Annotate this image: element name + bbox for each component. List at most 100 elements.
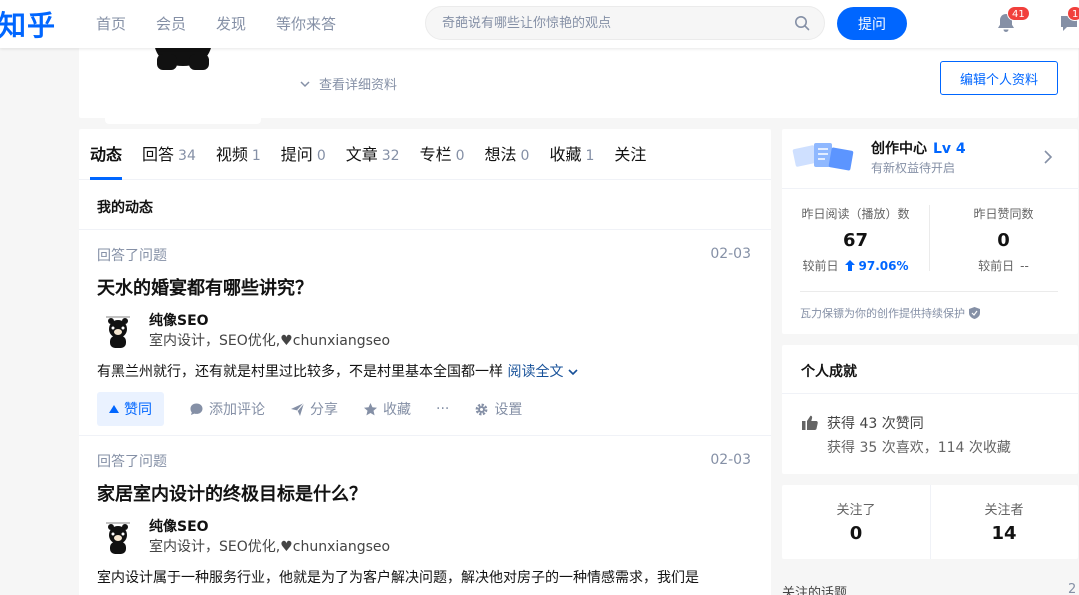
divider — [800, 291, 1058, 292]
item-actions: 赞同 添加评论 分享 收藏 ··· 设置 — [97, 392, 753, 426]
following-label: 关注了 — [836, 503, 876, 518]
followers-count: 14 — [991, 523, 1017, 544]
yesterday-upvotes-stat[interactable]: 昨日赞同数 0 较前日 -- — [930, 205, 1077, 274]
nav-waiting-answers[interactable]: 等你来答 — [276, 0, 336, 48]
section-title: 我的动态 — [97, 200, 153, 216]
search-icon[interactable] — [794, 15, 810, 31]
upvotes-achievement: 获得 43 次赞同 — [802, 413, 924, 433]
protection-note[interactable]: 瓦力保镖为你的创作提供持续保护 — [800, 305, 980, 321]
creator-level: Lv 4 — [933, 141, 966, 157]
chevron-down-icon — [300, 80, 310, 87]
tab-questions[interactable]: 提问 0 — [281, 129, 326, 179]
nav-vip[interactable]: 会员 — [156, 0, 186, 48]
stat-value: 0 — [997, 230, 1010, 251]
thumbs-up-icon — [802, 415, 818, 430]
item-excerpt[interactable]: 室内设计属于一种服务行业，他就是为了为客户解决问题，解决他对房子的一种情感需求，… — [97, 566, 753, 590]
achievements-title: 个人成就 — [801, 364, 857, 380]
message-badge: 1 — [1067, 6, 1079, 21]
creator-center-header[interactable]: 创作中心 Lv 4 有新权益待开启 — [782, 129, 1078, 189]
star-icon — [364, 402, 377, 415]
likes-collections-achievement: 获得 35 次喜欢，114 次收藏 — [827, 440, 1011, 456]
tab-collections[interactable]: 收藏 1 — [549, 129, 594, 179]
item-date: 02-03 — [710, 246, 751, 262]
profile-card: 查看详细资料 编辑个人资料 — [79, 38, 1078, 124]
achievements-card: 个人成就 获得 43 次赞同 获得 35 次喜欢，114 次收藏 — [782, 345, 1078, 474]
profile-main: 动态 回答 34 视频 1 提问 0 文章 32 专栏 0 想法 0 收藏 1 关注 我的动态… — [79, 129, 771, 595]
stat-compare: 较前日 97.06% — [802, 258, 909, 274]
shield-icon — [969, 307, 980, 319]
author-info: 纯像SEO 室内设计，SEO优化,♥chunxiangseo — [97, 516, 753, 556]
settings-button[interactable]: 设置 — [474, 399, 522, 419]
creator-center-subtitle: 有新权益待开启 — [871, 161, 956, 175]
item-title[interactable]: 天水的婚宴都有哪些讲究？ — [97, 276, 753, 302]
author-headline: 室内设计，SEO优化,♥chunxiangseo — [149, 333, 391, 349]
tab-answers[interactable]: 回答 34 — [142, 129, 196, 179]
edit-profile-button[interactable]: 编辑个人资料 — [940, 61, 1058, 95]
main-nav: 首页 会员 发现 等你来答 — [96, 0, 366, 48]
bear-avatar-icon — [153, 38, 213, 70]
share-button[interactable]: 分享 — [290, 399, 338, 419]
arrow-up-icon — [844, 260, 855, 271]
tab-videos[interactable]: 视频 1 — [216, 129, 261, 179]
view-details-label: 查看详细资料 — [319, 78, 398, 93]
upvote-button[interactable]: 赞同 — [97, 392, 164, 426]
stat-label: 昨日阅读（播放）数 — [801, 207, 910, 221]
followers-label: 关注者 — [984, 503, 1024, 518]
more-icon: ··· — [436, 401, 450, 417]
following-count: 0 — [849, 523, 863, 544]
yesterday-reads-stat[interactable]: 昨日阅读（播放）数 67 较前日 97.06% — [782, 205, 929, 274]
read-more-link[interactable]: 阅读全文 — [507, 364, 578, 380]
comment-icon — [190, 403, 203, 415]
nav-explore[interactable]: 发现 — [216, 0, 246, 48]
share-icon — [291, 402, 305, 416]
creator-center-title: 创作中心 Lv 4 — [871, 141, 966, 157]
creator-center-card: 创作中心 Lv 4 有新权益待开启 昨日阅读（播放）数 67 较前日 97.06%… — [782, 129, 1078, 334]
author-avatar[interactable] — [101, 314, 135, 350]
tab-thoughts[interactable]: 想法 0 — [485, 129, 530, 179]
feed-item: 回答了问题 02-03 天水的婚宴都有哪些讲究？ 纯像SEO 室内设计，SEO优… — [97, 246, 753, 426]
search-box — [425, 6, 825, 40]
profile-avatar[interactable] — [105, 38, 261, 124]
author-name[interactable]: 纯像SEO — [149, 310, 209, 330]
tab-articles[interactable]: 文章 32 — [346, 129, 400, 179]
tab-activity[interactable]: 动态 — [90, 129, 123, 180]
nav-home[interactable]: 首页 — [96, 0, 126, 48]
divider — [79, 229, 771, 230]
comment-button[interactable]: 添加评论 — [189, 399, 265, 419]
zhihu-logo[interactable]: 知乎 — [0, 4, 56, 44]
followers-stat[interactable]: 关注者 14 — [930, 499, 1078, 544]
stat-label: 昨日赞同数 — [973, 207, 1034, 221]
author-info: 纯像SEO 室内设计，SEO优化,♥chunxiangseo — [97, 310, 753, 350]
item-excerpt[interactable]: 有黑兰州就行，还有就是村里过比较多，不是村里基本全国都一样 阅读全文 — [97, 360, 753, 384]
chevron-down-icon — [568, 369, 578, 376]
top-header: 知乎 首页 会员 发现 等你来答 提问 41 1 — [0, 0, 1079, 48]
feed-item: 回答了问题 02-03 家居室内设计的终极目标是什么？ 纯像SEO 室内设计，S… — [97, 452, 753, 590]
followed-topics-label[interactable]: 关注的话题 — [782, 582, 847, 595]
item-title[interactable]: 家居室内设计的终极目标是什么？ — [97, 482, 753, 508]
author-headline: 室内设计，SEO优化,♥chunxiangseo — [149, 539, 391, 555]
chevron-right-icon[interactable] — [1042, 149, 1054, 165]
gear-icon — [475, 403, 488, 415]
collect-button[interactable]: 收藏 — [363, 399, 411, 419]
followed-topics-count: 2 — [1068, 582, 1077, 595]
item-action-type: 回答了问题 — [97, 248, 167, 264]
tab-columns[interactable]: 专栏 0 — [420, 129, 465, 179]
view-details-link[interactable]: 查看详细资料 — [299, 74, 397, 93]
follow-stats-card: 关注了 0 关注者 14 — [782, 485, 1078, 559]
item-action-type: 回答了问题 — [97, 454, 167, 470]
author-name[interactable]: 纯像SEO — [149, 516, 209, 536]
creator-illustration-icon — [792, 143, 854, 171]
divider — [782, 393, 1078, 394]
ask-question-button[interactable]: 提问 — [837, 7, 907, 40]
following-stat[interactable]: 关注了 0 — [782, 499, 930, 544]
stat-value: 67 — [842, 230, 869, 251]
divider — [79, 435, 771, 436]
search-input[interactable] — [442, 7, 782, 39]
tab-following[interactable]: 关注 — [614, 129, 646, 179]
more-button[interactable]: ··· — [436, 401, 449, 417]
notification-badge: 41 — [1007, 6, 1030, 21]
upvote-icon — [109, 405, 119, 413]
author-avatar[interactable] — [101, 520, 135, 556]
stat-compare: 较前日 -- — [978, 258, 1029, 274]
item-date: 02-03 — [710, 452, 751, 468]
